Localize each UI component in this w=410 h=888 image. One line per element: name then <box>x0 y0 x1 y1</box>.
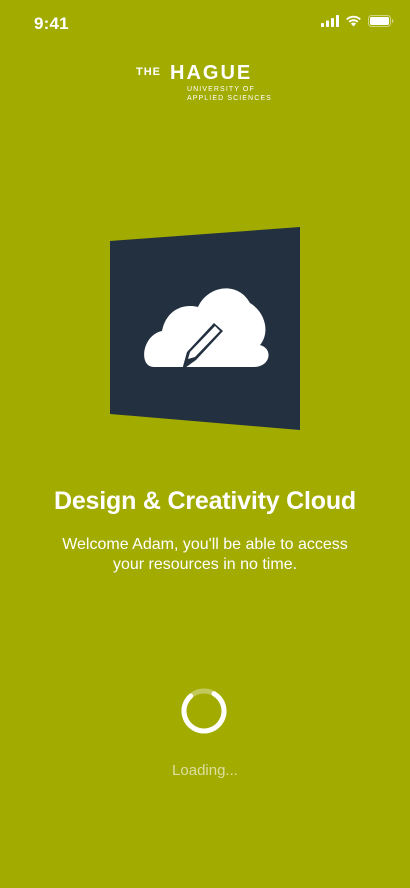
wifi-icon <box>346 15 361 27</box>
logo-the: THE <box>136 66 161 78</box>
status-bar: 9:41 <box>0 0 410 48</box>
loading-spinner <box>181 688 227 734</box>
logo-subline: UNIVERSITY OF APPLIED SCIENCES <box>187 85 272 103</box>
page-title: Design & Creativity Cloud <box>54 487 356 515</box>
logo-subline-2: APPLIED SCIENCES <box>187 95 272 102</box>
logo-name: HAGUE <box>170 62 253 84</box>
app-tile <box>110 227 300 430</box>
battery-icon <box>368 15 394 27</box>
welcome-message: Welcome Adam, you'll be able to access y… <box>62 536 348 573</box>
university-logo: THE HAGUE UNIVERSITY OF APPLIED SCIENCES <box>136 62 286 106</box>
signal-icon <box>321 15 339 27</box>
logo-subline-1: UNIVERSITY OF <box>187 86 255 93</box>
status-icons <box>321 15 394 27</box>
status-time: 9:41 <box>34 14 69 33</box>
loading-label: Loading... <box>172 762 238 779</box>
